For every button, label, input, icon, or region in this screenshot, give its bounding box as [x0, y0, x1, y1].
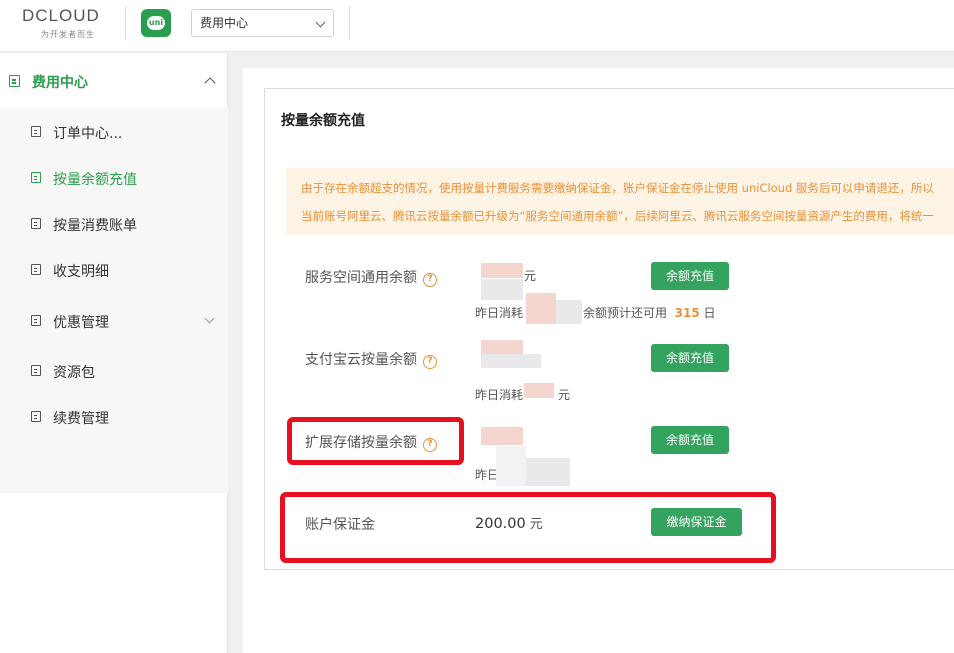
alipay-balance-label: 支付宝云按量余额?: [305, 349, 437, 369]
forecast-prefix: 余额预计还可用: [583, 306, 668, 320]
sidebar-group-billing[interactable]: 费用中心: [0, 59, 228, 105]
sidebar-item-discounts[interactable]: 优惠管理: [0, 301, 228, 341]
page-title: 按量余额充值: [281, 113, 365, 129]
redacted-value: [481, 279, 523, 300]
sidebar-submenu: 订单中心... 按量余额充值 按量消费账单 收支明细 优惠管理 资源包 续费管理: [0, 108, 228, 493]
redacted-value: [526, 293, 556, 324]
sidebar-item-recharge[interactable]: 按量余额充值: [0, 158, 228, 198]
help-icon[interactable]: ?: [423, 355, 437, 369]
redacted-value: [496, 446, 526, 486]
alipay-recharge-button[interactable]: 余额充值: [651, 344, 729, 372]
chevron-down-icon: [315, 17, 326, 28]
chevron-up-icon: [204, 77, 216, 89]
alipay-yesterday-label: 昨日消耗: [475, 388, 524, 402]
sidebar-item-transactions[interactable]: 收支明细: [0, 250, 228, 290]
redacted-value: [481, 263, 523, 278]
module-select[interactable]: 费用中心: [191, 9, 334, 37]
alipay-balance-label-text: 支付宝云按量余额: [305, 352, 417, 368]
header-divider: [349, 6, 350, 40]
redacted-value: [481, 340, 523, 354]
chevron-down-icon: [204, 313, 215, 324]
general-yesterday-label: 昨日消耗: [475, 306, 524, 320]
redacted-value: [556, 300, 582, 324]
highlight-box: [280, 492, 776, 563]
document-icon: [31, 126, 41, 137]
document-icon: [31, 365, 41, 376]
document-icon: [31, 218, 41, 229]
notice-line: 由于存在余额超支的情况，使用按量计费服务需要缴纳保证金，账户保证金在停止使用 u…: [301, 181, 934, 195]
help-icon[interactable]: ?: [423, 273, 437, 287]
sidebar-item-label: 按量余额充值: [53, 172, 137, 188]
general-balance-unit: 元: [524, 269, 537, 283]
general-recharge-button[interactable]: 余额充值: [651, 262, 729, 290]
uni-app-icon[interactable]: uni: [141, 9, 171, 37]
redacted-value: [481, 427, 523, 445]
forecast-unit: 日: [703, 306, 716, 320]
general-forecast-text: 余额预计还可用 315 日: [583, 304, 716, 321]
sidebar-item-renewal[interactable]: 续费管理: [0, 397, 228, 437]
sidebar-item-orders[interactable]: 订单中心...: [0, 112, 228, 152]
sidebar-item-usage-bill[interactable]: 按量消费账单: [0, 204, 228, 244]
sidebar-group-label: 费用中心: [32, 75, 88, 91]
document-icon: [9, 75, 20, 87]
top-header: DCLOUD 为开发者而生 uni 费用中心: [0, 0, 954, 52]
sidebar-item-label: 按量消费账单: [53, 218, 137, 234]
general-balance-label: 服务空间通用余额?: [305, 267, 437, 287]
highlight-box: [287, 417, 464, 465]
notice-banner: 由于存在余额超支的情况，使用按量计费服务需要缴纳保证金，账户保证金在停止使用 u…: [286, 168, 954, 235]
sidebar-item-label: 续费管理: [53, 411, 109, 427]
logo-text: DCLOUD: [22, 6, 100, 25]
sidebar: 费用中心 订单中心... 按量余额充值 按量消费账单 收支明细 优惠管理 资源包: [0, 53, 228, 653]
redacted-value: [481, 354, 541, 368]
notice-line: 当前账号阿里云、腾讯云按量余额已升级为“服务空间通用余额”，后续阿里云、腾讯云服…: [301, 209, 934, 223]
sidebar-item-resource-pack[interactable]: 资源包: [0, 351, 228, 391]
uni-badge-text: uni: [147, 16, 165, 30]
module-select-value: 费用中心: [200, 16, 249, 30]
storage-recharge-button[interactable]: 余额充值: [651, 426, 729, 454]
sidebar-item-label: 收支明细: [53, 264, 109, 280]
dcloud-logo[interactable]: DCLOUD 为开发者而生: [22, 6, 114, 42]
document-icon: [31, 315, 41, 326]
logo-tagline: 为开发者而生: [41, 30, 95, 39]
sidebar-item-label: 订单中心...: [53, 126, 123, 142]
sidebar-item-label: 资源包: [53, 365, 95, 381]
header-divider: [125, 6, 126, 40]
sidebar-item-label: 优惠管理: [53, 315, 109, 331]
general-balance-label-text: 服务空间通用余额: [305, 270, 417, 286]
document-icon: [31, 264, 41, 275]
redacted-value: [526, 458, 570, 486]
document-icon: [31, 411, 41, 422]
redacted-value: [524, 383, 554, 398]
alipay-unit: 元: [558, 388, 571, 402]
forecast-days: 315: [674, 306, 700, 320]
document-icon: [31, 172, 41, 183]
